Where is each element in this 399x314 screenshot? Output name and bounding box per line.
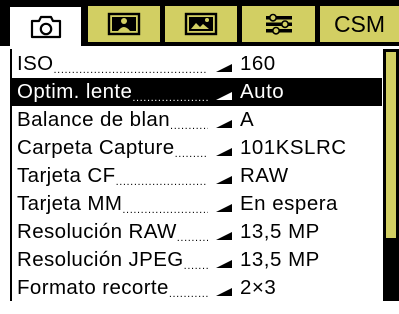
menu-item-label: Balance de blan (17, 108, 171, 131)
menu-item-label: Resolución JPEG (17, 248, 184, 271)
camera-icon (30, 15, 61, 38)
menu-item[interactable]: Resolución JPEG.........................… (12, 246, 382, 274)
camera-menu-screen: CSM ISO.................................… (0, 0, 399, 301)
submenu-arrow-icon (216, 176, 232, 184)
tab-bar: CSM (0, 0, 399, 46)
settings-menu: ISO.....................................… (10, 49, 382, 301)
menu-item[interactable]: Balance de blan.........................… (12, 106, 382, 134)
menu-item-value: RAW (240, 164, 289, 187)
menu-item-label: Tarjeta CF (17, 164, 116, 187)
wrench-icon (265, 13, 292, 35)
tab-playback[interactable] (88, 6, 160, 42)
menu-item-value: 2×3 (240, 276, 277, 299)
menu-item-label: Tarjeta MM (17, 192, 123, 215)
menu-item[interactable]: Carpeta Capture.........................… (12, 134, 382, 162)
scrollbar[interactable] (383, 49, 399, 301)
tab-camera[interactable] (8, 5, 83, 46)
submenu-arrow-icon (216, 120, 232, 128)
submenu-arrow-icon (216, 64, 232, 72)
tab-setup[interactable] (242, 6, 315, 42)
menu-item-label: Optim. lente (17, 80, 133, 103)
menu-item[interactable]: Tarjeta CF..............................… (12, 162, 382, 190)
menu-item[interactable]: ISO.....................................… (12, 50, 382, 78)
leader-dots: ........................................… (168, 288, 208, 300)
menu-item-label: ISO (17, 52, 54, 75)
menu-item[interactable]: Tarjeta MM..............................… (12, 190, 382, 218)
submenu-arrow-icon (216, 148, 232, 156)
menu-item[interactable]: Optim. lente............................… (12, 78, 382, 106)
tab-image[interactable] (165, 6, 237, 42)
menu-item-value: En espera (240, 192, 338, 215)
submenu-arrow-icon (216, 288, 232, 296)
submenu-arrow-icon (216, 260, 232, 268)
menu-item-label: Formato recorte (17, 276, 169, 299)
menu-item-value: Auto (240, 80, 285, 103)
menu-item-value: 13,5 MP (240, 248, 320, 271)
menu-item-label: Resolución RAW (17, 220, 177, 243)
menu-item-value: 160 (240, 52, 276, 75)
menu-item-value: A (240, 108, 255, 131)
tab-csm[interactable]: CSM (320, 6, 399, 42)
submenu-arrow-icon (216, 232, 232, 240)
tab-csm-label: CSM (333, 10, 386, 37)
playback-icon (107, 12, 141, 36)
submenu-arrow-icon (216, 92, 232, 100)
menu-item-value: 13,5 MP (240, 220, 320, 243)
menu-item-label: Carpeta Capture (17, 136, 175, 159)
scrollbar-thumb[interactable] (386, 52, 396, 238)
submenu-arrow-icon (216, 204, 232, 212)
menu-item-value: 101KSLRC (240, 136, 347, 159)
menu-item[interactable]: Resolución RAW..........................… (12, 218, 382, 246)
image-icon (184, 12, 218, 36)
menu-item[interactable]: Formato recorte.........................… (12, 274, 382, 302)
